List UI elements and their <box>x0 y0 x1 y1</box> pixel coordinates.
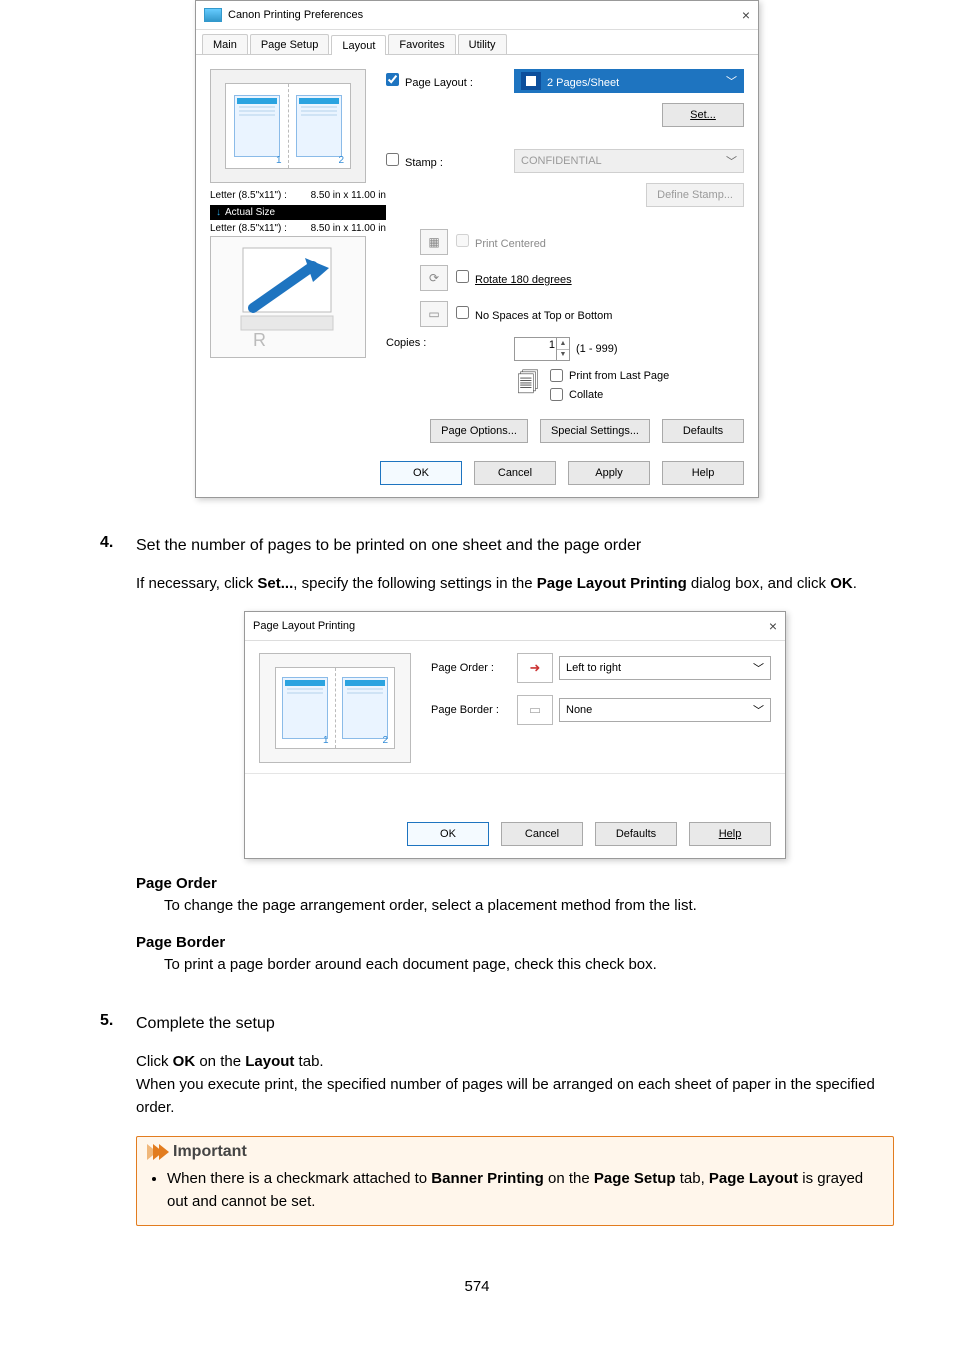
step-title: Complete the setup <box>136 1015 275 1032</box>
border-none-icon: ▭ <box>517 695 553 725</box>
important-item: When there is a checkmark attached to Ba… <box>167 1167 881 1214</box>
collate-checkbox[interactable]: Collate <box>550 388 669 401</box>
download-icon: ↓ <box>216 207 221 218</box>
aux-button-row: Page Options... Special Settings... Defa… <box>386 401 744 447</box>
defaults-button[interactable]: Defaults <box>662 419 744 443</box>
page-border-label: Page Border : <box>431 704 517 716</box>
step-5-text: Click OK on the Layout tab. When you exe… <box>136 1050 894 1120</box>
page-border-dropdown[interactable]: None﹀ <box>559 698 771 722</box>
page-layout-row: Page Layout : 2 Pages/Sheet ﹀ <box>386 69 744 93</box>
page-layout-printing-dialog: Page Layout Printing × 1 2 Page Order : <box>244 611 786 859</box>
tab-utility[interactable]: Utility <box>458 34 507 54</box>
stamp-row: Stamp : CONFIDENTIAL﹀ <box>386 149 744 173</box>
step-4-text: If necessary, click Set..., specify the … <box>136 572 894 595</box>
paper-size-2: Letter (8.5"x11") :8.50 in x 11.00 in <box>210 222 386 236</box>
cancel-button[interactable]: Cancel <box>474 461 556 485</box>
no-spaces-checkbox[interactable]: No Spaces at Top or Bottom <box>456 306 612 322</box>
close-icon[interactable]: × <box>742 7 750 23</box>
layout-scheme-icon <box>521 72 541 90</box>
titlebar: Page Layout Printing × <box>245 612 785 641</box>
copies-label: Copies : <box>386 337 514 349</box>
tab-page-setup[interactable]: Page Setup <box>250 34 330 54</box>
page-border-heading: Page Border <box>136 934 894 951</box>
page-layout-dropdown[interactable]: 2 Pages/Sheet ﹀ <box>514 69 744 93</box>
chevron-down-icon: ﹀ <box>753 660 764 676</box>
help-button[interactable]: Help <box>662 461 744 485</box>
titlebar: Canon Printing Preferences × <box>196 1 758 30</box>
rotate-row: ⟳ Rotate 180 degrees <box>420 265 744 291</box>
window-title: Canon Printing Preferences <box>228 9 742 21</box>
important-note: Important When there is a checkmark atta… <box>136 1136 894 1227</box>
defaults-button[interactable]: Defaults <box>595 822 677 846</box>
tabstrip: Main Page Setup Layout Favorites Utility <box>196 30 758 55</box>
step-title: Set the number of pages to be printed on… <box>136 537 641 554</box>
cancel-button[interactable]: Cancel <box>501 822 583 846</box>
stamp-checkbox[interactable]: Stamp : <box>386 153 443 169</box>
page-order-desc: To change the page arrangement order, se… <box>164 894 894 917</box>
tab-main[interactable]: Main <box>202 34 248 54</box>
important-heading: Important <box>173 1143 247 1161</box>
rotate-180-checkbox[interactable]: Rotate 180 degrees <box>456 270 572 286</box>
arrow-preview-icon: R <box>213 238 363 356</box>
copies-spinner[interactable]: 1 ▲▼ <box>514 337 570 361</box>
page-order-label: Page Order : <box>431 662 517 674</box>
order-preview: 1 2 <box>259 653 411 763</box>
help-button[interactable]: Help <box>689 822 771 846</box>
step-number: 4. <box>100 534 113 552</box>
set-button[interactable]: Set... <box>662 103 744 127</box>
page-order-dropdown[interactable]: Left to right﹀ <box>559 656 771 680</box>
tab-favorites[interactable]: Favorites <box>388 34 455 54</box>
page-number: 574 <box>60 1278 894 1295</box>
step-5: 5. Complete the setup Click OK on the La… <box>100 1012 894 1226</box>
copies-row: Copies : 1 ▲▼ (1 - 999) <box>386 337 744 401</box>
layout-preview: 1 2 <box>210 69 366 183</box>
spin-down-icon[interactable]: ▼ <box>557 350 569 361</box>
print-from-last-checkbox[interactable]: Print from Last Page <box>550 369 669 382</box>
copies-range: (1 - 999) <box>576 343 618 355</box>
dialog-buttons: OK Cancel Defaults Help <box>245 773 785 858</box>
define-stamp-row: Define Stamp... <box>386 183 744 207</box>
print-centered-row: ▦ Print Centered <box>420 229 744 255</box>
output-preview: R <box>210 236 366 358</box>
print-centered-checkbox: Print Centered <box>456 234 546 250</box>
paper-size-1: Letter (8.5"x11") :8.50 in x 11.00 in <box>210 189 386 203</box>
page-border-row: Page Border : ▭ None﹀ <box>431 695 771 725</box>
important-icon <box>147 1144 165 1160</box>
page-order-row: Page Order : ➜ Left to right﹀ <box>431 653 771 683</box>
svg-text:R: R <box>253 330 266 350</box>
tab-layout[interactable]: Layout <box>331 35 386 55</box>
preview-column: 1 2 Letter (8.5"x11") :8.50 in x 11.00 i… <box>210 69 386 447</box>
chevron-down-icon: ﹀ <box>753 702 764 718</box>
apply-button[interactable]: Apply <box>568 461 650 485</box>
actual-size-bar: ↓Actual Size <box>210 205 386 220</box>
dialog-buttons: OK Cancel Apply Help <box>196 453 758 497</box>
chevron-down-icon: ﹀ <box>726 153 737 169</box>
ok-button[interactable]: OK <box>407 822 489 846</box>
close-icon[interactable]: × <box>769 618 777 634</box>
stamp-dropdown: CONFIDENTIAL﹀ <box>514 149 744 173</box>
no-spaces-row: ▭ No Spaces at Top or Bottom <box>420 301 744 327</box>
step-number: 5. <box>100 1012 113 1030</box>
window-title: Page Layout Printing <box>253 620 769 632</box>
rotate-icon: ⟳ <box>420 265 448 291</box>
pages-stack-icon: 🗐 <box>514 371 542 399</box>
chevron-down-icon: ﹀ <box>726 73 737 89</box>
center-icon: ▦ <box>420 229 448 255</box>
step-4: 4. Set the number of pages to be printed… <box>100 534 894 976</box>
page-layout-checkbox[interactable]: Page Layout : <box>386 73 473 89</box>
settings-column: Page Layout : 2 Pages/Sheet ﹀ Set... Sta… <box>386 69 744 447</box>
printing-preferences-dialog: Canon Printing Preferences × Main Page S… <box>195 0 759 498</box>
page-border-desc: To print a page border around each docum… <box>164 953 894 976</box>
set-row: Set... <box>386 103 744 127</box>
printer-icon <box>204 8 222 22</box>
margins-icon: ▭ <box>420 301 448 327</box>
spin-up-icon[interactable]: ▲ <box>557 338 569 350</box>
page-order-heading: Page Order <box>136 875 894 892</box>
left-to-right-icon: ➜ <box>517 653 553 683</box>
define-stamp-button: Define Stamp... <box>646 183 744 207</box>
special-settings-button[interactable]: Special Settings... <box>540 419 650 443</box>
ok-button[interactable]: OK <box>380 461 462 485</box>
page-options-button[interactable]: Page Options... <box>430 419 528 443</box>
